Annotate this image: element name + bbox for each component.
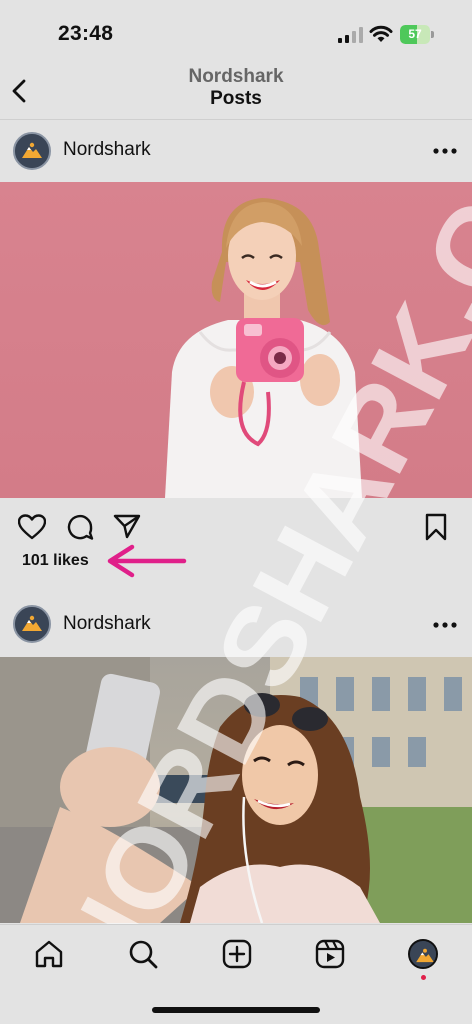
wifi-icon [369,25,393,42]
tab-home[interactable] [34,939,64,969]
avatar[interactable] [13,605,51,643]
tab-create[interactable] [222,939,252,969]
post-image[interactable] [0,182,472,498]
battery-body: 57 [400,25,430,44]
battery-tip [431,31,434,38]
tab-reels[interactable] [315,939,345,969]
nav-header: Nordshark Posts [0,62,472,120]
create-post-icon [222,939,252,969]
search-icon [129,940,158,969]
mountain-logo-icon [410,941,436,967]
post-photo-illustration [0,657,472,923]
more-options-icon[interactable] [432,147,458,155]
notification-dot [421,975,426,980]
tab-profile[interactable] [408,939,438,969]
page-title: Posts [210,88,262,109]
tab-search[interactable] [128,939,158,969]
avatar[interactable] [13,132,51,170]
home-icon [35,940,63,968]
battery-level: 57 [408,27,422,41]
post-image[interactable] [0,657,472,923]
likes-count[interactable]: 101 likes [22,552,89,570]
cellular-signal-icon [338,27,363,43]
post-username[interactable]: Nordshark [63,613,151,635]
mountain-logo-icon [15,607,49,641]
post-photo-illustration [165,198,362,498]
post-action-bar [0,498,472,554]
mountain-logo-icon [15,134,49,168]
comment-icon[interactable] [66,513,94,541]
post-header: Nordshark [0,594,472,654]
status-time: 23:48 [58,22,114,45]
post-header: Nordshark [0,120,472,180]
header-account-name: Nordshark [188,66,284,87]
status-bar: 23:48 57 [0,0,472,62]
pointer-arrow-icon [107,544,187,578]
heart-icon[interactable] [18,514,46,540]
profile-avatar [408,939,438,969]
bookmark-icon[interactable] [424,513,448,541]
share-icon[interactable] [113,513,141,539]
battery-indicator: 57 [400,25,434,44]
reels-icon [315,939,345,969]
more-options-icon[interactable] [432,621,458,629]
bottom-tab-bar [0,924,472,1024]
post-username[interactable]: Nordshark [63,139,151,161]
home-indicator [152,1007,320,1013]
